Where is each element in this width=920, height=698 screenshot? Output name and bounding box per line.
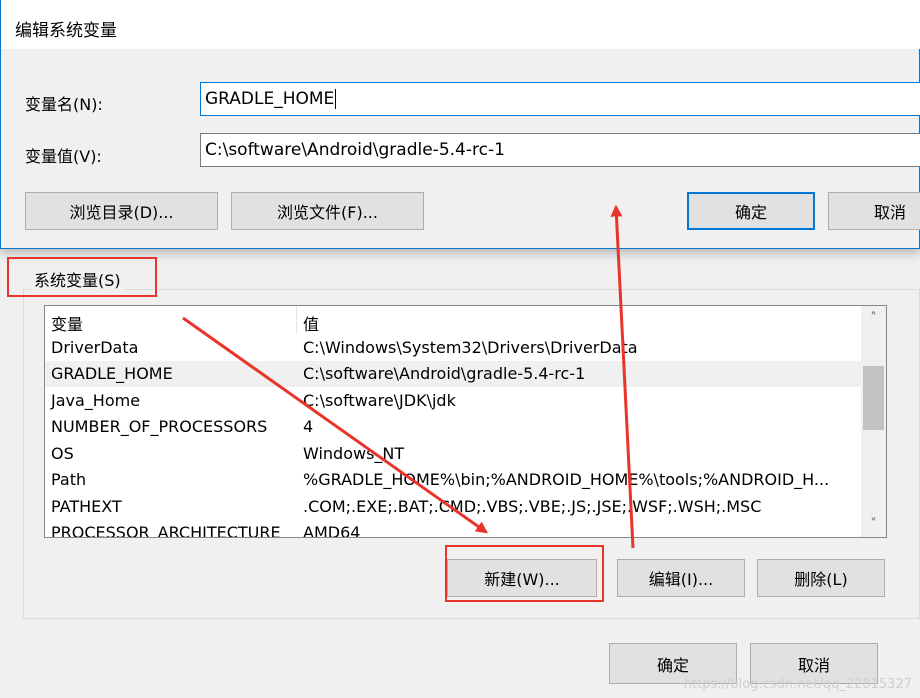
ok-button[interactable]: 确定 bbox=[687, 192, 815, 230]
table-row[interactable]: OS Windows_NT bbox=[45, 440, 861, 467]
variable-name: PROCESSOR_ARCHITECTURE bbox=[51, 523, 281, 538]
column-header-variable[interactable]: 变量 bbox=[51, 311, 83, 335]
system-variables-list[interactable]: 变量 值 DriverData C:\Windows\System32\Driv… bbox=[44, 305, 887, 538]
column-divider[interactable] bbox=[296, 306, 297, 334]
table-row[interactable]: PROCESSOR_ARCHITECTURE AMD64 bbox=[45, 520, 861, 538]
variable-name: Path bbox=[51, 470, 87, 490]
column-header-value[interactable]: 值 bbox=[303, 311, 858, 335]
variable-name: NUMBER_OF_PROCESSORS bbox=[51, 417, 268, 437]
variable-value: Windows_NT bbox=[303, 443, 405, 463]
edit-system-variable-dialog: 编辑系统变量 变量名(N): GRADLE_HOME 变量值(V): C:\so… bbox=[0, 0, 920, 249]
variable-name: OS bbox=[51, 443, 74, 463]
watermark: https://blog.csdn.net/qq_22815327 bbox=[683, 677, 912, 692]
variable-value-text: C:\software\Android\gradle-5.4-rc-1 bbox=[205, 140, 505, 160]
variable-value: %GRADLE_HOME%\bin;%ANDROID_HOME%\tools;%… bbox=[303, 470, 830, 490]
variable-name: PATHEXT bbox=[51, 496, 122, 516]
variable-name-input[interactable]: GRADLE_HOME bbox=[200, 82, 920, 116]
browse-directory-button[interactable]: 浏览目录(D)... bbox=[25, 192, 218, 230]
variable-name: GRADLE_HOME bbox=[51, 364, 173, 384]
title-bar[interactable]: 编辑系统变量 bbox=[1, 0, 920, 49]
table-row[interactable]: PATHEXT .COM;.EXE;.BAT;.CMD;.VBS;.VBE;.J… bbox=[45, 493, 861, 520]
system-variables-group-title: 系统变量(S) bbox=[31, 267, 124, 291]
edit-variable-button[interactable]: 编辑(I)... bbox=[617, 559, 745, 597]
list-header: 变量 值 bbox=[45, 306, 861, 334]
variable-value: 4 bbox=[303, 417, 314, 437]
variable-value-input[interactable]: C:\software\Android\gradle-5.4-rc-1 bbox=[200, 133, 920, 167]
variable-value: C:\software\JDK\jdk bbox=[303, 390, 456, 410]
table-row[interactable]: NUMBER_OF_PROCESSORS 4 bbox=[45, 414, 861, 441]
variable-value: .COM;.EXE;.BAT;.CMD;.VBS;.VBE;.JS;.JSE;.… bbox=[303, 496, 762, 516]
table-row[interactable]: Path %GRADLE_HOME%\bin;%ANDROID_HOME%\to… bbox=[45, 467, 861, 494]
variable-name: Java_Home bbox=[51, 390, 141, 410]
text-caret bbox=[335, 89, 337, 109]
new-variable-button[interactable]: 新建(W)... bbox=[447, 559, 597, 597]
dialog-title: 编辑系统变量 bbox=[15, 21, 117, 41]
variable-value: AMD64 bbox=[303, 523, 361, 538]
table-row[interactable]: DriverData C:\Windows\System32\Drivers\D… bbox=[45, 334, 861, 361]
delete-variable-button[interactable]: 删除(L) bbox=[757, 559, 885, 597]
scroll-up-arrow-icon[interactable]: ˄ bbox=[861, 306, 886, 331]
table-row-selected[interactable]: GRADLE_HOME C:\software\Android\gradle-5… bbox=[45, 360, 861, 387]
scroll-thumb[interactable] bbox=[863, 366, 884, 430]
browse-file-button[interactable]: 浏览文件(F)... bbox=[231, 192, 424, 230]
variable-value-label: 变量值(V): bbox=[25, 147, 102, 166]
cancel-button[interactable]: 取消 bbox=[828, 192, 920, 230]
system-variables-rows: 变量 值 DriverData C:\Windows\System32\Driv… bbox=[45, 306, 861, 538]
variable-value: C:\Windows\System32\Drivers\DriverData bbox=[303, 337, 638, 357]
variable-name-label: 变量名(N): bbox=[25, 95, 103, 114]
variable-name-text: GRADLE_HOME bbox=[205, 89, 335, 109]
scroll-down-arrow-icon[interactable]: ˅ bbox=[861, 512, 886, 537]
vertical-scrollbar[interactable]: ˄ ˅ bbox=[861, 306, 886, 537]
variable-name: DriverData bbox=[51, 337, 139, 357]
table-row[interactable]: Java_Home C:\software\JDK\jdk bbox=[45, 387, 861, 414]
variable-value: C:\software\Android\gradle-5.4-rc-1 bbox=[303, 364, 586, 384]
